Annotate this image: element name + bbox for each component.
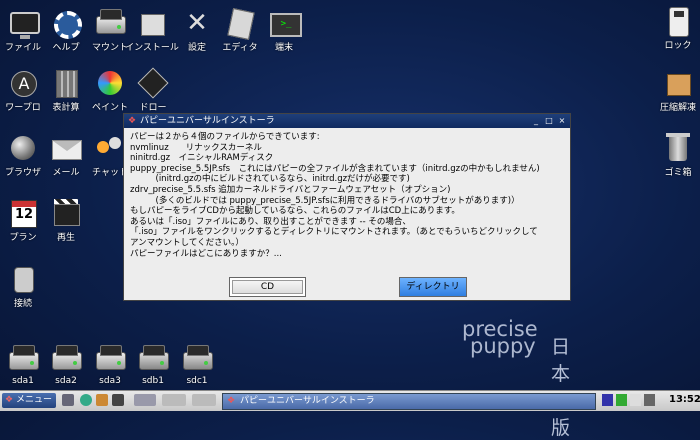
connect-label: 接続 — [13, 299, 32, 309]
wp-icon: A — [8, 68, 38, 98]
trashcan-icon — [663, 133, 693, 163]
notepad-icon — [225, 8, 255, 40]
globe-icon — [8, 133, 38, 163]
message-line: ninitrd.gz イニシャルRAMディスク — [130, 153, 274, 164]
calculator-icon — [51, 68, 81, 98]
workspace-2-icon[interactable] — [162, 394, 186, 406]
message-line: パピーは２から４個のファイルからできています: — [130, 132, 320, 142]
task-label: パピーユニバーサルインストーラ — [240, 396, 375, 406]
workspace-1-icon[interactable] — [134, 394, 156, 406]
menu-button[interactable]: ❖ メニュー — [2, 393, 56, 408]
network-icon — [8, 264, 38, 294]
package-install-icon — [137, 8, 167, 38]
message-line: zdrv_precise_5.5.sfs 追加カーネルドライバとファームウェアセ… — [130, 184, 451, 195]
lock-label: ロック — [664, 41, 692, 51]
dialog-titlebar[interactable]: ❖ パピーユニバーサルインストーラ _ □ × — [124, 114, 570, 128]
volume-tray-icon[interactable] — [630, 394, 641, 406]
lock-icon — [663, 6, 693, 37]
task-installer[interactable]: ❖ パピーユニバーサルインストーラ — [222, 393, 596, 410]
message-line: 「.iso」ファイルをワンクリックするとディレクトリにマウントされます。（あとで… — [130, 227, 538, 238]
show-desktop-icon[interactable] — [62, 394, 74, 406]
draw-icon[interactable]: ドロー — [122, 67, 184, 113]
palette-icon — [95, 68, 125, 98]
menu-label: メニュー — [16, 395, 53, 405]
installer-dialog: ❖ パピーユニバーサルインストーラ _ □ × パピーは２から４個のファイルから… — [123, 113, 571, 301]
box-icon — [663, 68, 693, 98]
lifebuoy-icon — [51, 8, 82, 39]
lock-screen-icon[interactable]: ロック — [647, 6, 700, 51]
message-line: もしパピーをライブCDから起動しているなら、これらのファイルはCD上にあります。 — [130, 206, 460, 217]
workspace-3-icon[interactable] — [192, 394, 216, 406]
drive-label: sdc1 — [186, 376, 208, 386]
puppy-paw-icon: ❖ — [5, 395, 14, 405]
watermark-line3: 日本語版 — [551, 336, 572, 439]
folder-quick-icon[interactable] — [96, 394, 108, 406]
usb-drive-icon — [138, 344, 169, 374]
console-icon: >_ — [269, 8, 302, 38]
cd-button[interactable]: CD — [229, 277, 306, 297]
message-line: パピーファイルはどこにありますか？... — [130, 248, 282, 259]
terminal-quick-icon[interactable] — [112, 394, 124, 406]
tools-icon: ✕ — [186, 8, 208, 38]
envelope-icon — [51, 133, 82, 163]
connect-icon[interactable]: 接続 — [0, 264, 54, 309]
message-line: (多くのビルドでは puppy_precise_5.5JP.sfsに利用できるド… — [130, 195, 520, 206]
vector-draw-icon — [137, 67, 169, 99]
directory-button[interactable]: ディレクトリ — [399, 277, 467, 297]
close-button[interactable]: × — [557, 115, 567, 127]
trash-label: ゴミ箱 — [664, 168, 692, 178]
maximize-button[interactable]: □ — [544, 115, 554, 127]
monitor-icon — [8, 8, 40, 39]
dialog-title: パピーユニバーサルインストーラ — [140, 116, 275, 126]
play-label: 再生 — [56, 233, 75, 243]
message-line: (initrd.gzの中にビルドされているなら、initrd.gzだけが必要です… — [130, 174, 410, 185]
network-tray-icon[interactable] — [602, 394, 613, 406]
message-line: nvmlinuz リナックスカーネル — [130, 142, 262, 153]
draw-label: ドロー — [139, 103, 167, 113]
play-icon[interactable]: 再生 — [35, 198, 97, 243]
calendar-icon: 12 — [8, 198, 38, 228]
harddisk-icon — [95, 344, 126, 374]
message-line: あるいは「.iso」ファイルにあり、取り出すことができます -- その場合、 — [130, 216, 411, 227]
trash-icon[interactable]: ゴミ箱 — [647, 133, 700, 178]
archive-icon[interactable]: 圧縮解凍 — [647, 68, 700, 113]
browser-quick-icon[interactable] — [80, 394, 92, 406]
drive-sdc1[interactable]: sdc1 — [166, 344, 228, 386]
taskbar: ❖ メニュー ❖ パピーユニバーサルインストーラ 13:52 — [0, 390, 700, 411]
harddisk-icon — [51, 344, 82, 374]
terminal-label: 端末 — [274, 43, 293, 53]
watermark-line2: puppy — [470, 334, 536, 358]
puppy-paw-icon: ❖ — [128, 116, 137, 126]
puppy-paw-icon: ❖ — [227, 396, 236, 406]
harddisk-icon — [8, 344, 39, 374]
clock[interactable]: 13:52 — [669, 394, 700, 405]
people-icon — [95, 133, 125, 163]
terminal-icon[interactable]: >_ 端末 — [253, 8, 315, 53]
message-line: アンマウントしてください。） — [130, 237, 244, 248]
usb-drive-icon — [182, 344, 213, 374]
dialog-message: パピーは２から４個のファイルからできています: nvmlinuz リナックスカー… — [130, 132, 564, 259]
update-tray-icon[interactable] — [644, 394, 655, 406]
archive-label: 圧縮解凍 — [659, 103, 696, 113]
minimize-button[interactable]: _ — [531, 115, 541, 127]
message-line: puppy_precise_5.5JP.sfs これにはパピーの全ファイルが含ま… — [130, 163, 540, 174]
clapperboard-icon — [51, 198, 81, 228]
battery-tray-icon[interactable] — [616, 394, 627, 406]
